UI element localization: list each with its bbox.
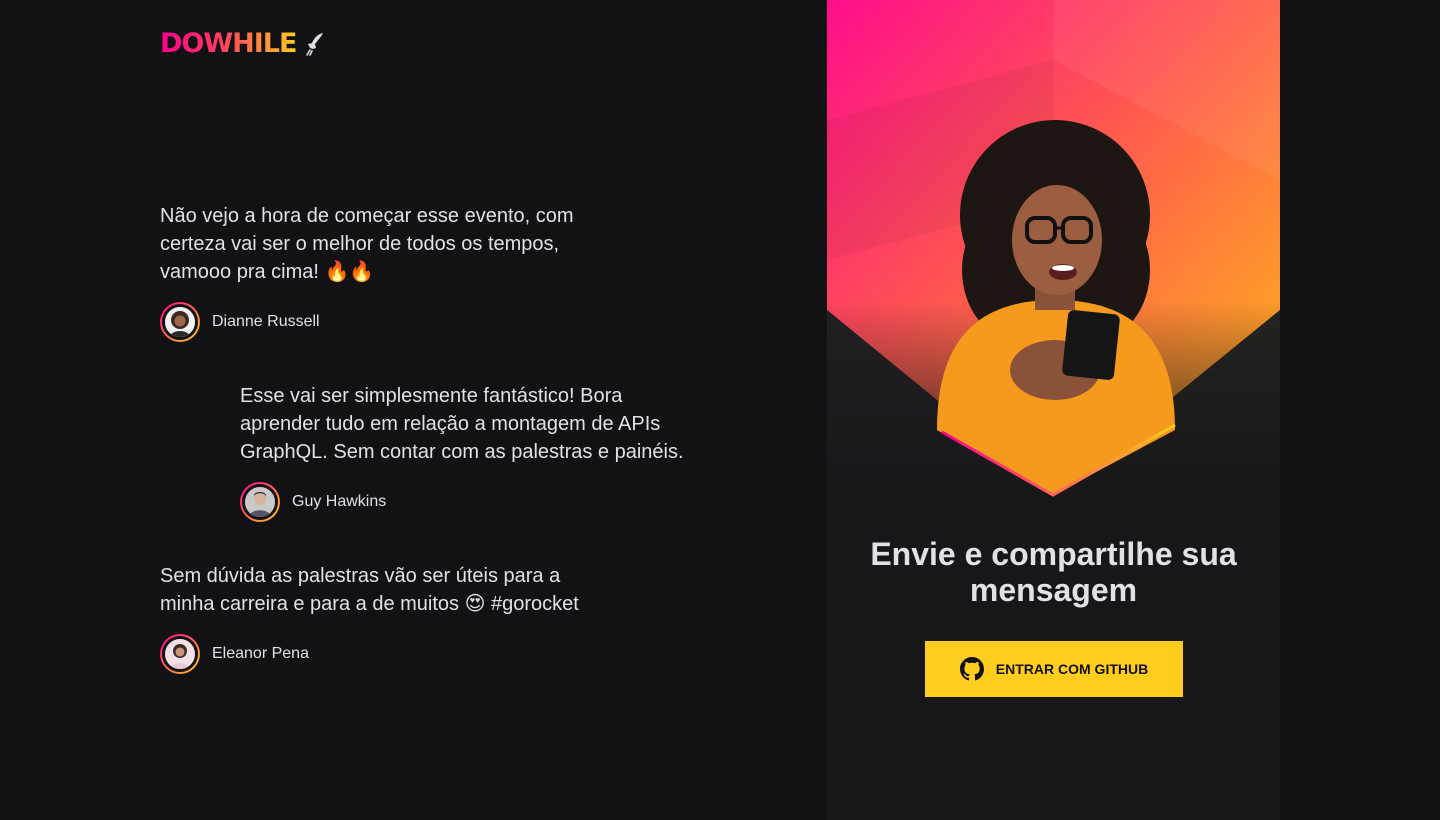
page: DOWHILE Não vejo a hora de começar esse … xyxy=(0,0,1440,820)
message-card: Sem dúvida as palestras vão ser úteis pa… xyxy=(160,562,600,674)
message-text: Esse vai ser simplesmente fantástico! Bo… xyxy=(240,385,684,463)
logo: DOWHILE xyxy=(160,30,326,58)
avatar-ring xyxy=(160,634,200,674)
message-author: Guy Hawkins xyxy=(240,482,690,522)
avatar xyxy=(162,636,198,672)
avatar-ring xyxy=(240,482,280,522)
avatar xyxy=(162,304,198,340)
logo-text: DOWHILE xyxy=(160,28,297,59)
github-login-button[interactable]: ENTRAR COM GITHUB xyxy=(925,641,1183,697)
login-panel: Envie e compartilhe sua mensagem ENTRAR … xyxy=(827,0,1280,820)
avatar xyxy=(242,484,278,520)
message-card: Não vejo a hora de começar esse evento, … xyxy=(160,202,600,342)
message-text: Não vejo a hora de começar esse evento, … xyxy=(160,205,574,283)
message-author: Eleanor Pena xyxy=(160,634,600,674)
hero-person xyxy=(937,120,1175,495)
panel-title: Envie e compartilhe sua mensagem xyxy=(870,536,1237,608)
github-icon xyxy=(959,657,984,681)
author-name: Guy Hawkins xyxy=(292,493,387,510)
message-text: Sem dúvida as palestras vão ser úteis pa… xyxy=(160,565,579,615)
avatar-ring xyxy=(160,302,200,342)
rocket-icon xyxy=(306,33,324,56)
author-name: Eleanor Pena xyxy=(212,645,309,662)
message-author: Dianne Russell xyxy=(160,302,600,342)
github-button-label: ENTRAR COM GITHUB xyxy=(995,661,1149,677)
hero-banner xyxy=(827,0,1280,500)
author-name: Dianne Russell xyxy=(212,313,320,330)
message-card: Esse vai ser simplesmente fantástico! Bo… xyxy=(240,382,690,522)
